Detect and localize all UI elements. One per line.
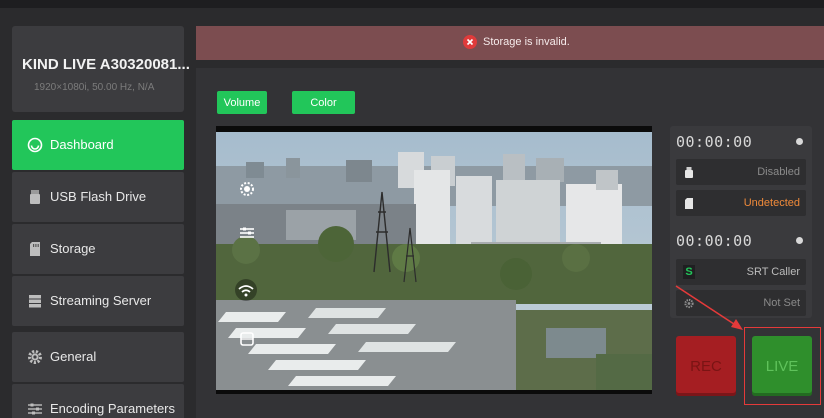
sliders-overlay-icon[interactable] (238, 224, 256, 242)
sidebar-item-label: Encoding Parameters (50, 401, 176, 416)
protocol-row: S SRT Caller (676, 259, 806, 285)
sidebar-item-label: Streaming Server (50, 293, 152, 308)
volume-button[interactable]: Volume (217, 91, 267, 114)
sidebar-item-label: Storage (50, 241, 96, 256)
sidebar-item-streaming-server[interactable]: Streaming Server (12, 276, 184, 326)
settings-overlay-icon[interactable] (238, 180, 256, 198)
sidebar-item-storage[interactable]: Storage (12, 224, 184, 274)
status-panel: 00:00:00 Disabled Undetected 00:00:00 S … (670, 126, 812, 318)
sidebar-item-label: Dashboard (50, 137, 114, 152)
usb-drive-icon (30, 190, 40, 204)
sidebar-item-label: General (50, 349, 97, 364)
error-circle-icon (463, 35, 477, 49)
annotation-highlight-box (744, 327, 821, 405)
record-timer: 00:00:00 (676, 133, 753, 151)
stream-timer: 00:00:00 (676, 232, 753, 250)
drive-status: Disabled (757, 166, 800, 178)
storage-status: Undetected (743, 197, 800, 209)
device-info-card: KIND LIVE A30320081... 1920×1080i, 50.00… (12, 26, 190, 112)
protocol-name: SRT Caller (746, 266, 800, 278)
sidebar-item-encoding-parameters[interactable]: Encoding Parameters (12, 384, 184, 418)
error-banner: Storage is invalid. (196, 26, 824, 60)
device-signal-info: 1920×1080i, 50.00 Hz, N/A (34, 82, 155, 93)
error-text: Storage is invalid. (483, 36, 570, 48)
server-status: Not Set (763, 297, 800, 309)
sidebar-item-usb-flash-drive[interactable]: USB Flash Drive (12, 172, 184, 222)
sd-card-icon (685, 198, 693, 209)
preview-image (216, 132, 652, 390)
record-status-dot (796, 138, 803, 145)
gear-icon (684, 298, 694, 309)
srt-badge: S (683, 265, 695, 279)
server-icon (29, 295, 41, 308)
usb-drive-icon (685, 167, 693, 178)
error-message: Storage is invalid. (463, 35, 570, 49)
gear-icon (28, 350, 42, 364)
storage-overlay-icon[interactable] (238, 330, 256, 348)
sidebar-item-dashboard[interactable]: Dashboard (12, 120, 184, 170)
color-button[interactable]: Color (292, 91, 355, 114)
top-strip (0, 0, 824, 8)
drive-status-row: Disabled (676, 159, 806, 185)
sliders-icon (28, 403, 42, 415)
stream-status-dot (796, 237, 803, 244)
sd-card-icon (30, 242, 40, 256)
sidebar-item-label: USB Flash Drive (50, 189, 147, 204)
video-preview (216, 126, 652, 394)
device-name: KIND LIVE A30320081... (22, 56, 190, 73)
sidebar: KIND LIVE A30320081... 1920×1080i, 50.00… (12, 26, 190, 418)
rec-button[interactable]: REC (676, 336, 736, 396)
storage-status-row: Undetected (676, 190, 806, 216)
server-status-row: Not Set (676, 290, 806, 316)
dashboard-icon (27, 137, 43, 153)
sidebar-item-general[interactable]: General (12, 332, 184, 382)
wifi-overlay-icon[interactable] (234, 278, 258, 302)
